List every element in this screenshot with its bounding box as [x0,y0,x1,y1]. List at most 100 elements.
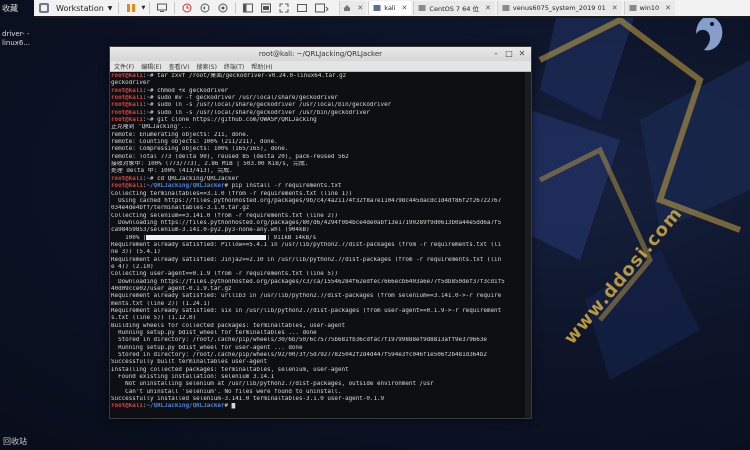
terminal-output[interactable]: root@kali:~# tar zxvf /root/桌面/geckodriv… [110,72,525,418]
output-text: Downloading https://files.pythonhosted.o… [111,219,502,226]
command-text: # chmod +x geckodriver [150,87,229,94]
output-text: 40d09cce02/user_agent-0.1.9.tar.gz [111,285,232,292]
close-icon[interactable]: ✕ [357,4,363,12]
output-text: e 4)) (2.10) [111,263,154,270]
output-text: Requirement already satisfied: Jinja2==2… [111,256,502,263]
close-icon[interactable]: ✕ [485,4,491,12]
menu-search[interactable]: 搜索(S) [196,62,217,71]
terminal-line: ments.txt (line 2)) (1.24.1) [111,301,524,308]
terminal-line: 接收对象中: 100% (773/773), 2.86 MiB | 503.00… [111,161,524,168]
menu-help[interactable]: 帮助(H) [251,62,272,71]
terminal-line: ca98459853/selenium-3.141.0-py2.py3-none… [111,227,524,234]
tab-home[interactable]: ✕ [339,1,367,15]
workstation-menu-button[interactable]: Workstation ▼ [53,1,115,15]
desktop-top-label: 收藏 [2,4,18,13]
terminal-line: Requirement already satisfied: Pillow==5… [111,242,524,249]
terminal-line: root@kali:~# cd QRLJacking/QRLJacker [111,176,524,183]
desktop-trash-label[interactable]: 回收站 [3,436,27,447]
command-text: # sudo mv -f geckodriver /usr/local/shar… [150,95,338,102]
terminal-window[interactable]: root@kali: ~/QRLJacking/QRLJacker – □ ✕ … [109,46,532,419]
tab-venus-label: venus6075_system_2019 01 [512,4,606,12]
window-controls: – □ ✕ [488,49,527,59]
terminal-line: remote: Compressing objects: 100% (165/1… [111,146,524,153]
output-text: Requirement already satisfied: Pillow==5… [111,241,502,248]
terminal-line: Running setup.py bdist_wheel for user-ag… [111,345,524,352]
terminal-line: ne 3)) (5.4.1) [111,249,524,256]
tab-centos[interactable]: CentOS 7 64 位 ✕ [413,1,495,15]
sidebar-toggle-button[interactable] [242,2,254,14]
terminal-line: Downloading https://files.pythonhosted.o… [111,220,524,227]
vm-icon [502,5,510,11]
minimize-button[interactable]: – [491,49,501,59]
pause-button[interactable] [125,2,137,14]
output-text: Downloading https://files.pythonhosted.o… [111,278,505,285]
toolbar-divider [174,2,176,14]
terminal-line: root@kali:~# sudo ln -s /usr/local/share… [111,102,524,109]
output-text: Requirement already satisfied: urllib3 i… [111,293,502,300]
download-progress-bar [146,234,267,240]
toolbar-divider [149,2,151,14]
output-text: Collecting terminaltables==3.1.0 (from -… [111,190,353,197]
snapshot-manager-button[interactable] [217,2,229,14]
output-text: Can't uninstall 'selenium'. No files wer… [111,388,342,395]
terminal-line: remote: Counting objects: 100% (211/211)… [111,139,524,146]
close-button[interactable]: ✕ [517,49,527,59]
output-text: Installing collected packages: terminalt… [111,366,349,373]
command-text: # pip install -r requirements.txt [224,183,342,190]
terminal-line: Installing collected packages: terminalt… [111,367,524,374]
output-text: geckodriver [111,80,151,87]
output-text: Requirement already satisfied: six in /u… [111,308,502,314]
menu-view[interactable]: 查看(V) [169,62,190,71]
snapshot-button[interactable] [181,2,193,14]
command-text: # sudo ln -s /usr/local/share/geckodrive… [150,102,392,109]
terminal-line: root@kali:~# sudo mv -f geckodriver /usr… [111,95,524,102]
stretch-icon [315,3,330,13]
desktop-icon-label[interactable]: driver- -linux6... [2,30,38,48]
prompt-user: root@kali [111,95,143,102]
fullscreen-button[interactable] [278,2,290,14]
terminal-line: remote: Total 773 (delta 90), reused 85 … [111,154,524,161]
pause-dropdown-button[interactable]: ▼ [140,2,146,14]
terminal-titlebar[interactable]: root@kali: ~/QRLJacking/QRLJacker – □ ✕ [110,47,531,61]
fullscreen-icon [279,3,289,13]
menu-edit[interactable]: 编辑(E) [141,62,161,71]
clock-icon [182,3,192,13]
tab-venus[interactable]: venus6075_system_2019 01 ✕ [496,1,622,15]
maximize-button[interactable]: □ [504,49,514,59]
output-text: ments.txt (line 2)) (1.24.1) [111,300,211,307]
terminal-scrollbar[interactable] [525,72,531,418]
chevron-down-icon: ▼ [141,5,146,11]
close-icon[interactable]: ✕ [612,4,618,12]
output-text: Running setup.py bdist_wheel for termina… [111,330,317,337]
prompt-user: root@kali [111,73,143,79]
output-text: s.txt (line 5)) (1.12.0) [111,315,197,322]
tab-win10[interactable]: win10 ✕ [623,1,676,15]
terminal-line: root@kali:~/QRLJacking/QRLJacker# █ [111,403,524,410]
prompt-user: root@kali [111,109,143,116]
unity-button[interactable] [296,2,308,14]
revert-snapshot-button[interactable] [199,2,211,14]
revert-icon [200,3,210,13]
tab-centos-label: CentOS 7 64 位 [429,5,479,13]
close-icon[interactable]: ✕ [665,4,671,12]
command-text: # cd QRLJacking/QRLJacker [150,175,239,182]
view-options-button[interactable] [314,2,330,14]
menu-terminal[interactable]: 终端(T) [224,62,244,71]
output-text: Stored in directory: /root/.cache/pip/wh… [111,352,487,359]
output-text: remote: Enumerating objects: 211, done. [111,131,250,138]
progress-suffix: | 911kB 14kB/s [266,234,317,241]
vm-icon [629,5,637,11]
send-keys-button[interactable] [156,2,168,14]
terminal-line: root@kali:~/QRLJacking/QRLJacker# pip in… [111,183,524,190]
output-text: Successfully installed selenium-3.141.0 … [111,396,385,403]
output-text: ne 3)) (5.4.1) [111,249,161,256]
thumbnail-icon [261,3,272,13]
output-text: remote: Counting objects: 100% (211/211)… [111,139,278,146]
thumbnail-button[interactable] [260,2,272,14]
close-icon[interactable]: ✕ [402,4,408,12]
tab-kali[interactable]: kali ✕ [368,1,412,15]
snapshot-manager-icon [218,3,228,13]
prompt-path: ~/QRLJacking/QRLJacker [146,403,225,410]
command-text: # tar zxvf /root/桌面/geckodriver-v0.24.0-… [150,73,347,79]
menu-file[interactable]: 文件(F) [114,62,134,71]
